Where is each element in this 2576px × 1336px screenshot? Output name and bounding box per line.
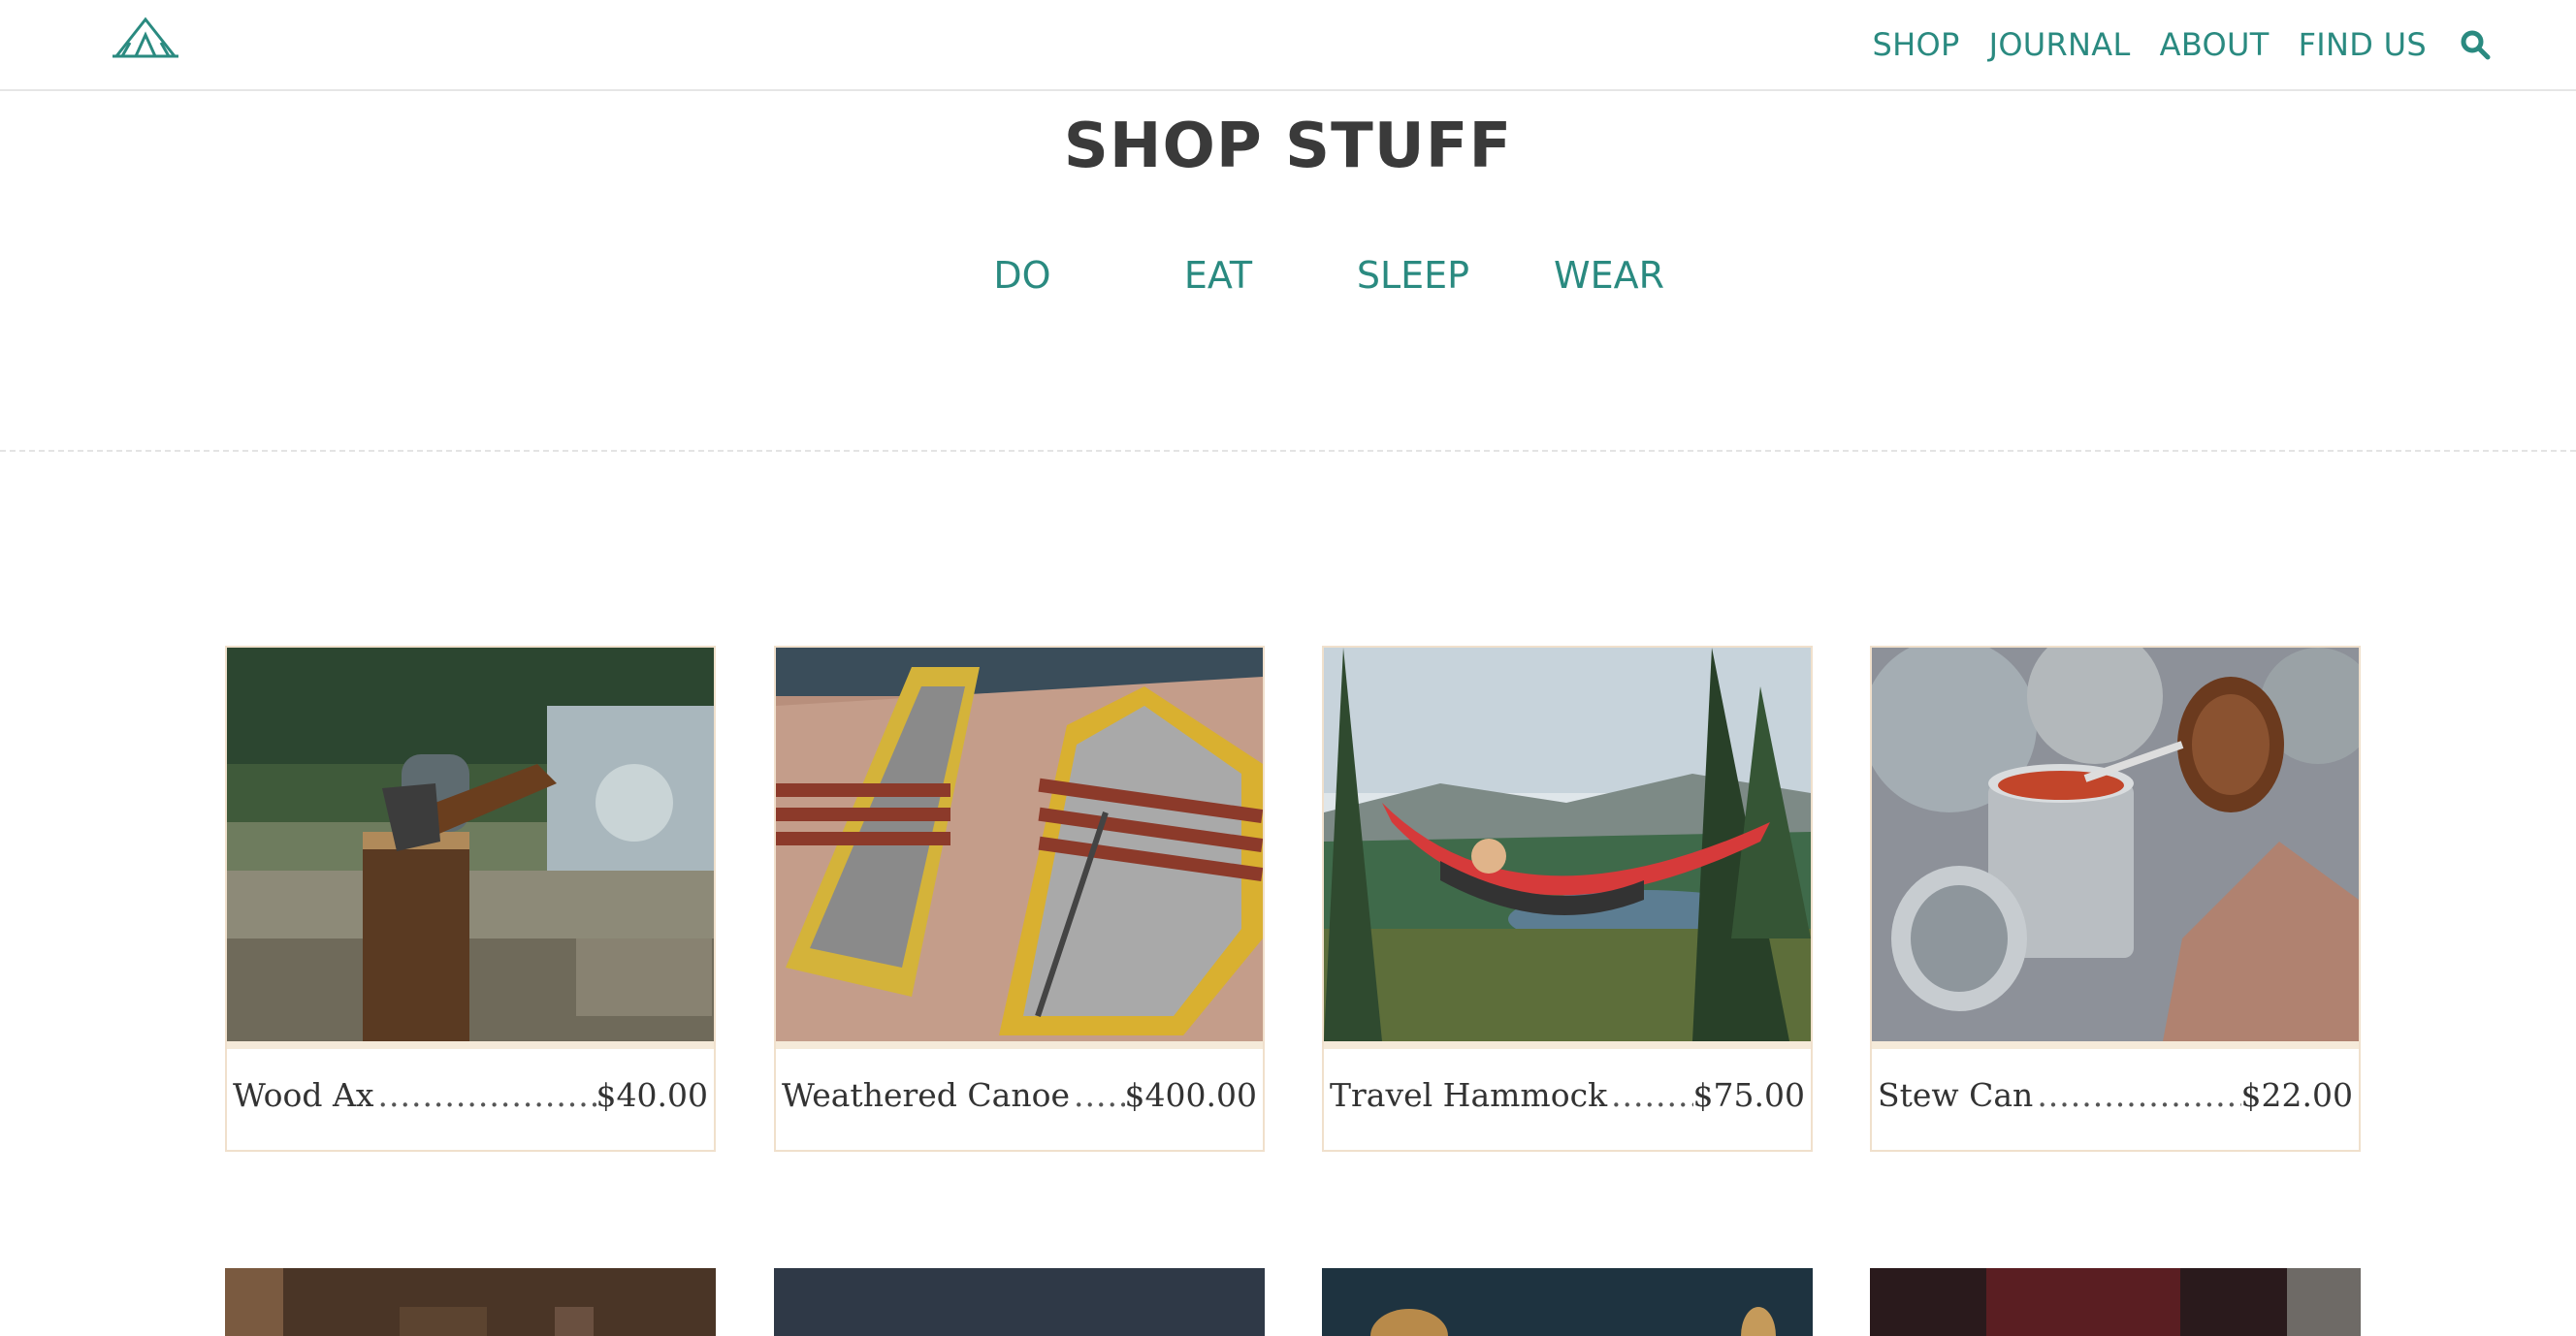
image-underline [1324, 1041, 1811, 1049]
product-caption: Wood Ax $40.00 [233, 1070, 708, 1119]
product-image-stew-can[interactable] [1872, 648, 2359, 1041]
product-price: $22.00 [2240, 1075, 2353, 1114]
product-card-partial[interactable] [774, 1268, 1265, 1336]
top-navigation-bar: SHOP JOURNAL ABOUT FIND US [0, 0, 2576, 91]
main-nav: SHOP JOURNAL ABOUT FIND US [1873, 0, 2491, 89]
product-price: $40.00 [596, 1075, 708, 1114]
dot-leader [2033, 1076, 2240, 1114]
product-card-partial[interactable] [225, 1268, 716, 1336]
nav-about[interactable]: ABOUT [2160, 26, 2270, 63]
category-wear[interactable]: WEAR [1512, 254, 1706, 297]
product-caption: Stew Can $22.00 [1878, 1070, 2353, 1119]
image-underline [227, 1041, 714, 1049]
tent-logo-icon[interactable] [113, 14, 178, 62]
product-image-hammock[interactable] [1324, 648, 1811, 1041]
nav-journal[interactable]: JOURNAL [1989, 26, 2131, 63]
dot-leader [373, 1076, 596, 1114]
image-underline [1872, 1041, 2359, 1049]
nav-shop[interactable]: SHOP [1873, 26, 1960, 63]
search-icon[interactable] [2460, 29, 2491, 60]
product-card[interactable]: Weathered Canoe $400.00 [774, 646, 1265, 1152]
image-underline [776, 1041, 1263, 1049]
category-tabs: DO EAT SLEEP WEAR [0, 254, 2576, 312]
product-name: Wood Ax [233, 1075, 374, 1114]
product-card[interactable]: Travel Hammock $75.00 [1322, 646, 1813, 1152]
product-card-partial[interactable] [1870, 1268, 2361, 1336]
product-caption: Travel Hammock $75.00 [1330, 1070, 1805, 1119]
dot-leader [1607, 1076, 1692, 1114]
section-divider [0, 450, 2576, 452]
product-card[interactable]: Stew Can $22.00 [1870, 646, 2361, 1152]
product-price: $400.00 [1124, 1075, 1257, 1114]
product-price: $75.00 [1692, 1075, 1805, 1114]
product-image-wood-ax[interactable] [227, 648, 714, 1041]
category-do[interactable]: DO [925, 254, 1119, 297]
product-image-canoe[interactable] [776, 648, 1263, 1041]
product-name: Travel Hammock [1330, 1075, 1608, 1114]
product-name: Stew Can [1878, 1075, 2034, 1114]
dot-leader [1070, 1076, 1125, 1114]
product-card-partial[interactable] [1322, 1268, 1813, 1336]
product-name: Weathered Canoe [782, 1075, 1070, 1114]
nav-find-us[interactable]: FIND US [2299, 26, 2427, 63]
product-card[interactable]: Wood Ax $40.00 [225, 646, 716, 1152]
product-caption: Weathered Canoe $400.00 [782, 1070, 1257, 1119]
page-title: SHOP STUFF [1063, 111, 1513, 182]
category-eat[interactable]: EAT [1121, 254, 1315, 297]
category-sleep[interactable]: SLEEP [1316, 254, 1510, 297]
